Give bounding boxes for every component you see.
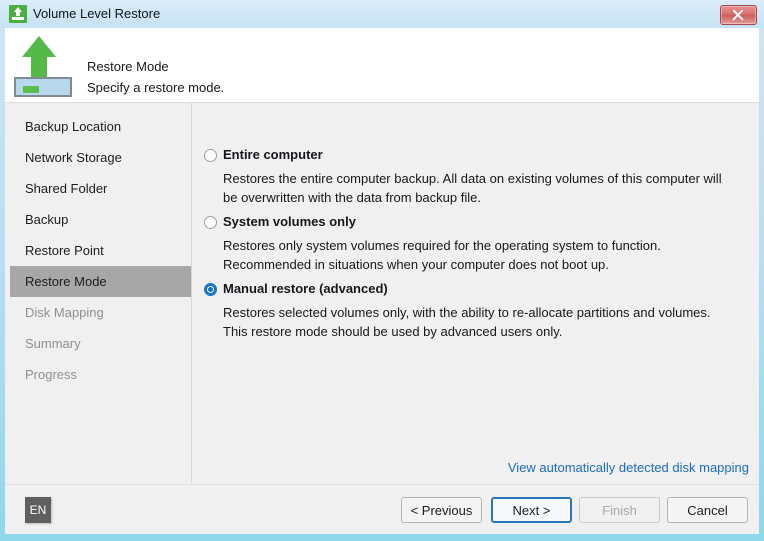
option-label-manual-restore[interactable]: Manual restore (advanced)	[223, 281, 388, 296]
drive-led-icon	[23, 86, 39, 93]
client-area: Restore Mode Specify a restore mode. Bac…	[5, 28, 759, 534]
sidebar-item-progress: Progress	[25, 367, 78, 382]
window-title: Volume Level Restore	[33, 6, 161, 21]
radio-system-volumes-only[interactable]	[204, 216, 217, 229]
sidebar-item-backup-location[interactable]: Backup Location	[10, 111, 191, 142]
volume-restore-icon	[9, 5, 27, 23]
radio-entire-computer[interactable]	[204, 149, 217, 162]
option-description-entire-computer: Restores the entire computer backup. All…	[223, 171, 722, 205]
option-label-entire-computer[interactable]: Entire computer	[223, 147, 323, 162]
title-bar: Volume Level Restore	[0, 0, 764, 28]
cancel-button[interactable]: Cancel	[667, 497, 748, 523]
application-window: Volume Level Restore Restore Mode Specif…	[0, 0, 764, 541]
next-button[interactable]: Next >	[491, 497, 572, 523]
wizard-steps-sidebar: Backup Location Network Storage Shared F…	[5, 103, 192, 483]
sidebar-item-shared-folder[interactable]: Shared Folder	[10, 173, 191, 204]
sidebar-item-restore-point[interactable]: Restore Point	[10, 235, 191, 266]
sidebar-item-network-storage[interactable]: Network Storage	[10, 142, 191, 173]
radio-manual-restore[interactable]	[204, 283, 217, 296]
wizard-header: Restore Mode Specify a restore mode.	[5, 28, 759, 103]
sidebar-item-disk-mapping: Disk Mapping	[25, 305, 104, 320]
sidebar-item-restore-mode[interactable]: Restore Mode	[10, 266, 191, 297]
page-subtitle: Specify a restore mode.	[87, 80, 225, 95]
page-title: Restore Mode	[87, 59, 169, 74]
sidebar-item-summary: Summary	[25, 336, 81, 351]
view-disk-mapping-link[interactable]: View automatically detected disk mapping	[508, 460, 749, 475]
option-description-manual-restore: Restores selected volumes only, with the…	[223, 305, 711, 339]
previous-button[interactable]: < Previous	[401, 497, 482, 523]
option-label-system-volumes-only[interactable]: System volumes only	[223, 214, 356, 229]
wizard-footer: EN < Previous Next > Finish Cancel	[5, 484, 759, 534]
finish-button: Finish	[579, 497, 660, 523]
restore-arrow-drive-icon	[14, 32, 78, 98]
sidebar-item-backup[interactable]: Backup	[10, 204, 191, 235]
restore-mode-options: Entire computer Restores the entire comp…	[192, 103, 759, 483]
close-button[interactable]	[720, 5, 757, 25]
option-description-system-volumes-only: Restores only system volumes required fo…	[223, 238, 661, 272]
language-indicator[interactable]: EN	[25, 497, 51, 523]
